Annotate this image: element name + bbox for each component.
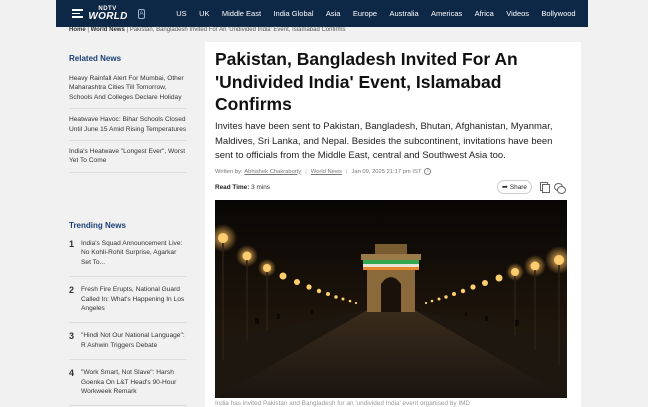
trending-news-item[interactable]: 1 India's Squad Announcement Live: No Ko… bbox=[69, 239, 187, 278]
trending-news-item[interactable]: 4 "Work Smart, Not Slave": Harsh Goenka … bbox=[69, 368, 187, 407]
category-link[interactable]: World News bbox=[311, 169, 342, 175]
breadcrumb: Home | World News | Pakistan, Bangladesh… bbox=[69, 27, 346, 33]
nav-link-australia[interactable]: Australia bbox=[389, 9, 418, 18]
nav-link-africa[interactable]: Africa bbox=[475, 9, 494, 18]
info-icon[interactable]: i bbox=[424, 168, 432, 175]
breadcrumb-current: Pakistan, Bangladesh Invited For An 'Und… bbox=[129, 27, 346, 33]
related-news-list: Heavy Rainfall Alert For Mumbai, Other M… bbox=[69, 68, 187, 173]
menu-icon[interactable] bbox=[72, 9, 83, 18]
nav-link-asia[interactable]: Asia bbox=[326, 9, 341, 18]
comments-icon[interactable] bbox=[554, 183, 566, 194]
author-link[interactable]: Abhishek Chakraborty bbox=[244, 169, 301, 175]
read-time: Read Time: 3 mins bbox=[215, 184, 270, 191]
related-news-heading: Related News bbox=[69, 54, 122, 63]
site-logo[interactable]: NDTV WORLD bbox=[88, 6, 127, 22]
trending-title[interactable]: "Work Smart, Not Slave": Harsh Goenka On… bbox=[81, 368, 187, 396]
copy-link-icon[interactable] bbox=[540, 182, 550, 193]
share-label: Share bbox=[509, 183, 527, 191]
trending-rank: 2 bbox=[69, 285, 75, 296]
sidebar: Related News Heavy Rainfall Alert For Mu… bbox=[69, 54, 187, 407]
top-navigation-bar: NDTV WORLD A US UK Middle East India Glo… bbox=[56, 0, 588, 27]
nav-link-india-global[interactable]: India Global bbox=[273, 9, 313, 18]
written-by-label: Written by: bbox=[215, 168, 243, 175]
nav-link-bollywood[interactable]: Bollywood bbox=[541, 9, 575, 18]
article-byline: Written by: Abhishek Chakraborty | World… bbox=[215, 168, 432, 175]
trending-news-item[interactable]: 3 "Hindi Not Our National Language": R A… bbox=[69, 331, 187, 361]
nav-links: US UK Middle East India Global Asia Euro… bbox=[176, 9, 588, 18]
trending-news-heading: Trending News bbox=[69, 221, 126, 230]
related-news-item[interactable]: India's Heatwave "Longest Ever", Worst Y… bbox=[69, 141, 187, 173]
photo-caption: India has invited Pakistan and Banglades… bbox=[215, 400, 471, 407]
trending-rank: 1 bbox=[69, 239, 75, 249]
trending-news-list: 1 India's Squad Announcement Live: No Ko… bbox=[69, 239, 187, 407]
trending-rank: 3 bbox=[69, 331, 75, 342]
related-news-item[interactable]: Heatwave Havoc: Bihar Schools Closed Unt… bbox=[69, 109, 187, 142]
publish-date: Jan 09, 2025 21:17 pm IST bbox=[351, 168, 422, 175]
trending-title[interactable]: India's Squad Announcement Live: No Kohl… bbox=[81, 239, 187, 267]
nav-link-europe[interactable]: Europe bbox=[353, 9, 377, 18]
nav-link-us[interactable]: US bbox=[176, 9, 186, 18]
nav-link-uk[interactable]: UK bbox=[199, 9, 209, 18]
read-time-value: 3 mins bbox=[251, 184, 270, 191]
nav-link-americas[interactable]: Americas bbox=[431, 9, 462, 18]
article-summary: Invites have been sent to Pakistan, Bang… bbox=[215, 121, 553, 162]
trending-title[interactable]: Fresh Fire Erupts, National Guard Called… bbox=[81, 285, 187, 313]
trending-rank: 4 bbox=[69, 368, 75, 379]
language-icon[interactable]: A bbox=[137, 8, 146, 19]
breadcrumb-home[interactable]: Home bbox=[69, 27, 86, 33]
nav-link-videos[interactable]: Videos bbox=[506, 9, 529, 18]
article-photo bbox=[215, 200, 567, 398]
breadcrumb-section[interactable]: World News bbox=[91, 27, 125, 33]
related-news-item[interactable]: Heavy Rainfall Alert For Mumbai, Other M… bbox=[69, 68, 187, 110]
read-time-label: Read Time: bbox=[215, 184, 250, 191]
trending-news-item[interactable]: 2 Fresh Fire Erupts, National Guard Call… bbox=[69, 285, 187, 324]
logo-line-2: WORLD bbox=[88, 10, 128, 22]
share-button[interactable]: ➦ Share bbox=[497, 180, 532, 194]
nav-link-middle-east[interactable]: Middle East bbox=[222, 9, 261, 18]
article-card: Pakistan, Bangladesh Invited For An 'Und… bbox=[205, 42, 581, 407]
india-gate-night-image bbox=[215, 200, 567, 398]
article-headline: Pakistan, Bangladesh Invited For An 'Und… bbox=[215, 49, 518, 114]
share-icon: ➦ bbox=[502, 184, 508, 191]
trending-title[interactable]: "Hindi Not Our National Language": R Ash… bbox=[81, 331, 187, 350]
